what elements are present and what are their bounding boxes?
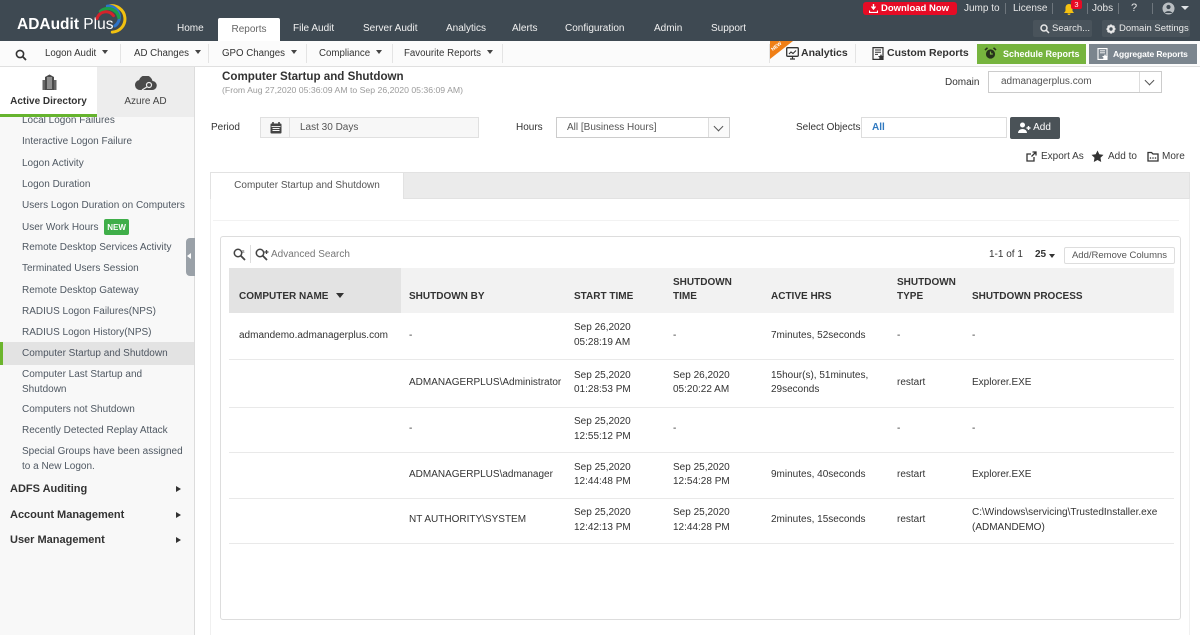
svg-text:s: s: [242, 249, 245, 255]
